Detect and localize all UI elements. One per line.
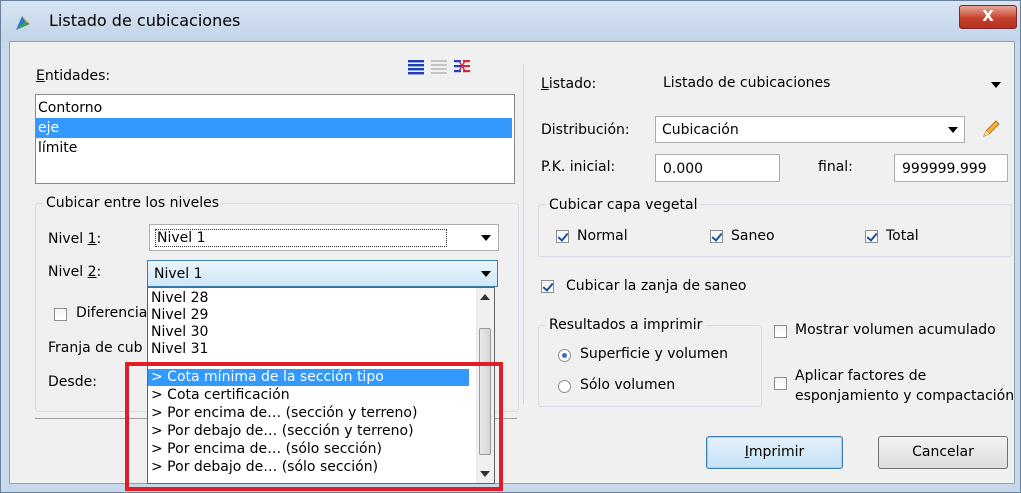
title-bar[interactable]: Listado de cubicaciones X [1, 1, 1020, 41]
nivel1-select[interactable]: Nivel 1 [149, 224, 499, 251]
total-checkbox[interactable] [865, 230, 878, 243]
dropdown-item[interactable]: Nivel 28 [148, 290, 477, 307]
zanja-checkbox[interactable] [541, 280, 554, 293]
list-item[interactable]: límite [36, 138, 512, 158]
mostrar-acumulado-checkbox[interactable] [774, 325, 787, 338]
distribucion-value: Cubicación [662, 122, 739, 138]
saneo-label: Saneo [731, 228, 775, 244]
saneo-checkbox[interactable] [710, 230, 723, 243]
superficie-radio[interactable] [558, 349, 571, 362]
capa-vegetal-title: Cubicar capa vegetal [546, 197, 701, 213]
normal-checkbox[interactable] [556, 230, 569, 243]
distribucion-select[interactable]: Cubicación [655, 116, 965, 143]
listado-label: Listado: [541, 76, 597, 92]
solo-volumen-label: Sólo volumen [580, 377, 676, 393]
list-item[interactable]: Contorno [36, 98, 512, 118]
imprimir-button[interactable]: Imprimir [706, 436, 843, 469]
resultados-group [538, 325, 762, 407]
nivel1-label: Nivel 1: [48, 231, 102, 247]
entidades-list[interactable]: Contorno eje límite [35, 94, 515, 184]
nivel2-label: Nivel 2: [48, 264, 102, 280]
pk-inicial-input[interactable]: 0.000 [655, 154, 780, 182]
chevron-down-icon [481, 271, 491, 277]
diferencia-label: Diferencia [76, 305, 148, 321]
factores-checkbox[interactable] [774, 377, 787, 390]
listado-value: Listado de cubicaciones [663, 75, 831, 91]
list-view-icon[interactable] [407, 58, 425, 76]
dropdown-item[interactable]: Nivel 30 [148, 324, 477, 341]
scroll-up-icon[interactable] [480, 294, 490, 300]
dropdown-item[interactable]: Nivel 29 [148, 307, 477, 324]
chevron-down-icon [481, 235, 491, 241]
nivel2-select[interactable]: Nivel 1 [147, 260, 498, 287]
listado-select[interactable]: Listado de cubicaciones [655, 69, 1009, 99]
superficie-label: Superficie y volumen [580, 346, 728, 362]
cancelar-button[interactable]: Cancelar [878, 436, 1008, 469]
desde-label: Desde: [48, 374, 97, 390]
invert-selection-icon[interactable] [453, 58, 471, 76]
pencil-icon[interactable] [980, 118, 1002, 140]
chevron-down-icon [948, 127, 958, 133]
normal-label: Normal [577, 228, 628, 244]
total-label: Total [886, 228, 919, 244]
zanja-label: Cubicar la zanja de saneo [566, 278, 747, 294]
close-icon: X [982, 7, 994, 25]
diferencia-checkbox[interactable] [54, 308, 67, 321]
factores-label-line1: Aplicar factores de [795, 368, 927, 384]
list-item[interactable]: eje [36, 118, 512, 138]
pk-final-input[interactable]: 999999.999 [894, 154, 1008, 182]
pk-final-label: final: [818, 159, 853, 175]
highlight-box [125, 362, 503, 491]
factores-label-line2: esponjamiento y compactación [795, 388, 1015, 404]
column-divider [523, 64, 524, 404]
list-view-grey-icon[interactable] [430, 58, 448, 76]
solo-volumen-radio[interactable] [558, 380, 571, 393]
niveles-group-title: Cubicar entre los niveles [43, 195, 223, 211]
nivel1-value: Nivel 1 [155, 229, 447, 247]
chevron-down-icon [991, 82, 1001, 88]
franja-label: Franja de cub [48, 340, 143, 356]
close-button[interactable]: X [959, 5, 1017, 29]
entidades-label: Entidades: [36, 68, 111, 84]
dropdown-item[interactable]: Nivel 31 [148, 341, 477, 355]
resultados-title: Resultados a imprimir [546, 317, 706, 333]
app-icon [16, 16, 30, 30]
distribucion-label: Distribución: [541, 122, 630, 138]
window-title: Listado de cubicaciones [49, 11, 241, 30]
mostrar-acumulado-label: Mostrar volumen acumulado [795, 322, 996, 338]
pk-inicial-label: P.K. inicial: [541, 159, 616, 175]
nivel2-value: Nivel 1 [154, 266, 203, 282]
